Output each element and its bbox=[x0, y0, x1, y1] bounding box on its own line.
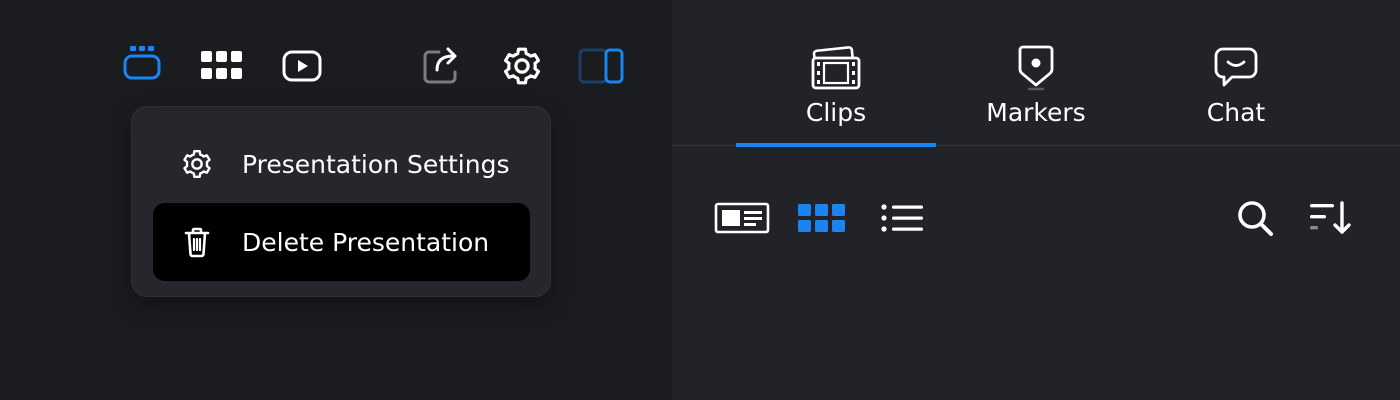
grid-view-icon bbox=[796, 201, 848, 235]
sessions-icon bbox=[120, 44, 164, 84]
card-view-icon bbox=[714, 201, 770, 235]
search-button[interactable] bbox=[1234, 198, 1276, 238]
play-icon bbox=[281, 49, 323, 83]
tab-clips[interactable]: Clips bbox=[736, 44, 936, 147]
grid-icon bbox=[199, 49, 245, 83]
play-button[interactable] bbox=[280, 46, 324, 86]
grid-button[interactable] bbox=[198, 46, 246, 86]
chat-bubble-icon bbox=[1212, 44, 1260, 92]
search-icon bbox=[1235, 198, 1275, 238]
tab-markers-label: Markers bbox=[986, 98, 1086, 127]
delete-presentation-label: Delete Presentation bbox=[242, 227, 490, 257]
tab-chat[interactable]: Chat bbox=[1136, 44, 1336, 147]
clips-film-icon bbox=[809, 44, 863, 92]
tab-clips-label: Clips bbox=[805, 98, 867, 127]
card-view-button[interactable] bbox=[714, 200, 770, 236]
presentation-menu: Presentation Settings Delete Presentatio… bbox=[131, 106, 551, 297]
presentation-pane: Presentation Settings Delete Presentatio… bbox=[0, 0, 672, 400]
panel-toggle-icon bbox=[577, 47, 625, 85]
tab-selected-underline bbox=[736, 143, 936, 147]
tab-markers[interactable]: Markers bbox=[936, 44, 1136, 147]
share-icon bbox=[421, 44, 465, 86]
presentation-settings-label: Presentation Settings bbox=[242, 149, 510, 179]
delete-presentation-item[interactable]: Delete Presentation bbox=[153, 203, 530, 281]
sort-icon bbox=[1306, 199, 1354, 237]
tab-chat-label: Chat bbox=[1206, 98, 1266, 127]
gear-icon bbox=[181, 148, 213, 180]
share-button[interactable] bbox=[420, 44, 466, 86]
settings-button[interactable] bbox=[500, 44, 544, 88]
sidebar-panel: Clips Markers Chat bbox=[672, 0, 1400, 400]
grid-view-button[interactable] bbox=[796, 200, 848, 236]
sort-button[interactable] bbox=[1306, 198, 1354, 238]
marker-pin-icon bbox=[1014, 44, 1058, 92]
presentation-settings-item[interactable]: Presentation Settings bbox=[153, 125, 530, 203]
list-view-icon bbox=[879, 201, 925, 235]
sessions-button[interactable] bbox=[118, 44, 166, 84]
panel-toggle-button[interactable] bbox=[576, 46, 626, 86]
trash-icon bbox=[181, 226, 213, 258]
list-view-button[interactable] bbox=[878, 200, 926, 236]
settings-gear-icon bbox=[501, 45, 543, 87]
